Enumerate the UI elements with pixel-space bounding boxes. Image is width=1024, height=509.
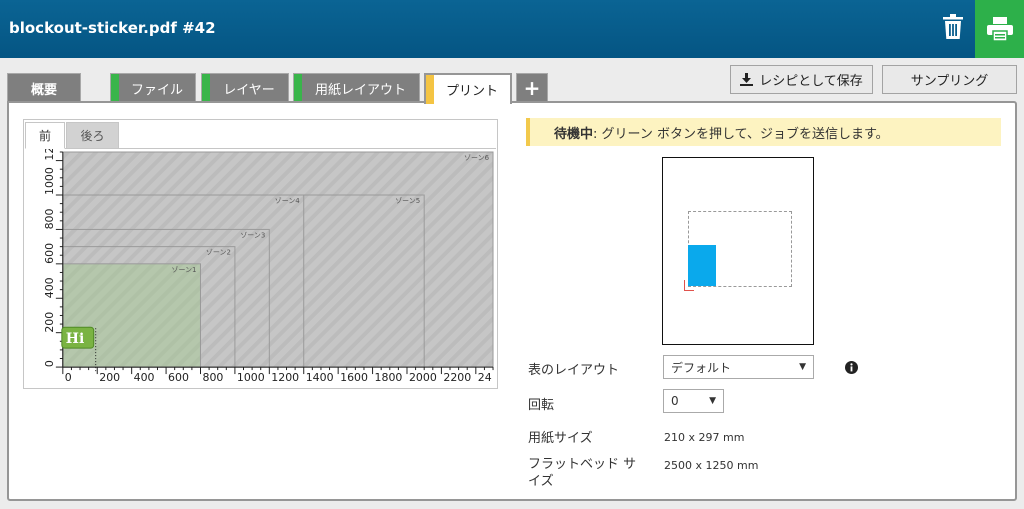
x-tick-label: 0 xyxy=(65,371,72,384)
flatbed-canvas: ゾーン1 ゾーン2 ゾーン3 ゾーン4 ゾーン5 ゾーン6 0 200 400 600 800 10… xyxy=(25,148,496,384)
x-tick-label: 24 xyxy=(478,371,492,384)
tab-paper-layout[interactable]: 用紙レイアウト xyxy=(293,73,420,102)
zone-label: ゾーン5 xyxy=(395,197,420,205)
paper-size-label: 用紙サイズ xyxy=(528,431,593,446)
status-banner: 待機中 : グリーン ボタンを押して、ジョブを送信します。 xyxy=(526,118,1001,146)
sampling-button[interactable]: サンプリング xyxy=(882,65,1017,94)
x-tick-label: 600 xyxy=(168,371,189,384)
y-tick-label: 1200 xyxy=(43,148,56,161)
zone-label: ゾーン6 xyxy=(464,154,489,162)
tab-front[interactable]: 前 xyxy=(25,122,65,149)
x-tick-label: 1600 xyxy=(340,371,368,384)
tab-label: プリント xyxy=(445,84,498,99)
zone-label: ゾーン4 xyxy=(275,197,301,205)
tab-status-bar xyxy=(294,74,302,102)
flatbed-preview: 前 後ろ ゾーン1 ゾーン2 ゾーン3 ゾーン4 ゾーン5 ゾーン6 0 200 400 600… xyxy=(23,119,498,389)
rotate-select[interactable]: 0 ▼ xyxy=(663,389,724,413)
plus-icon: + xyxy=(523,76,541,100)
save-recipe-label: レシピとして保存 xyxy=(759,74,863,89)
rotate-label: 回転 xyxy=(528,398,555,413)
y-tick-label: 400 xyxy=(43,277,56,298)
title-bar: blockout-sticker.pdf #42 xyxy=(0,0,1024,58)
y-tick-label: 1000 xyxy=(43,167,56,195)
flatbed-size-label: フラットベッド サイズ xyxy=(528,457,637,489)
x-tick-label: 200 xyxy=(99,371,120,384)
tab-add[interactable]: + xyxy=(516,73,548,102)
tab-print[interactable]: プリント xyxy=(424,73,512,104)
layout-select[interactable]: デフォルト ▼ xyxy=(663,355,814,379)
chevron-down-icon: ▼ xyxy=(709,396,716,406)
trash-icon[interactable] xyxy=(936,10,970,44)
zone-1 xyxy=(62,263,201,368)
x-tick-label: 1800 xyxy=(375,371,403,384)
tab-label: 概要 xyxy=(30,82,57,98)
tab-layer[interactable]: レイヤー xyxy=(201,73,289,102)
job-title: blockout-sticker.pdf #42 xyxy=(9,19,216,37)
tab-label: ファイル xyxy=(130,82,183,98)
zone-label: ゾーン3 xyxy=(240,231,265,239)
tab-status-bar xyxy=(111,74,119,102)
y-tick-label: 800 xyxy=(43,209,56,230)
tab-overview[interactable]: 概要 xyxy=(7,73,81,102)
tab-status-bar xyxy=(426,75,434,104)
status-text: : グリーン ボタンを押して、ジョブを送信します。 xyxy=(593,126,889,142)
paper-size-value: 210 x 297 mm xyxy=(664,431,745,444)
printer-icon xyxy=(986,17,1013,41)
crop-mark xyxy=(684,280,694,291)
x-tick-label: 1000 xyxy=(237,371,265,384)
tab-label: レイヤー xyxy=(223,82,275,98)
layout-label: 表のレイアウト xyxy=(528,363,620,378)
zone-label: ゾーン1 xyxy=(172,266,197,274)
tab-label: 用紙レイアウト xyxy=(314,82,406,98)
layout-value: デフォルト xyxy=(671,360,732,375)
paper-preview xyxy=(662,157,814,345)
flatbed-size-value: 2500 x 1250 mm xyxy=(664,459,759,472)
status-bold: 待機中 xyxy=(554,126,594,142)
zone-label: ゾーン2 xyxy=(206,249,231,257)
sampling-label: サンプリング xyxy=(910,74,989,89)
rotate-value: 0 xyxy=(671,394,679,408)
x-tick-label: 400 xyxy=(134,371,155,384)
chevron-down-icon: ▼ xyxy=(799,362,806,372)
hi-badge[interactable]: Hi xyxy=(61,326,95,349)
x-tick-label: 1200 xyxy=(271,371,299,384)
info-icon[interactable] xyxy=(845,361,858,374)
y-tick-label: 0 xyxy=(43,360,56,367)
x-tick-label: 2000 xyxy=(409,371,437,384)
save-recipe-button[interactable]: レシピとして保存 xyxy=(730,65,873,94)
x-tick-label: 2200 xyxy=(443,371,471,384)
tab-front-label: 前 xyxy=(38,129,51,143)
print-button[interactable] xyxy=(975,0,1024,58)
hi-badge-label: Hi xyxy=(66,331,84,347)
tab-back-label: 後ろ xyxy=(80,129,105,143)
tab-file[interactable]: ファイル xyxy=(110,73,196,102)
y-tick-label: 200 xyxy=(43,312,56,333)
y-tick-label: 600 xyxy=(43,243,56,264)
download-icon xyxy=(740,73,754,86)
x-tick-label: 1400 xyxy=(306,371,334,384)
tab-status-bar xyxy=(202,74,210,102)
x-tick-label: 800 xyxy=(202,371,223,384)
tab-back[interactable]: 後ろ xyxy=(66,122,119,149)
